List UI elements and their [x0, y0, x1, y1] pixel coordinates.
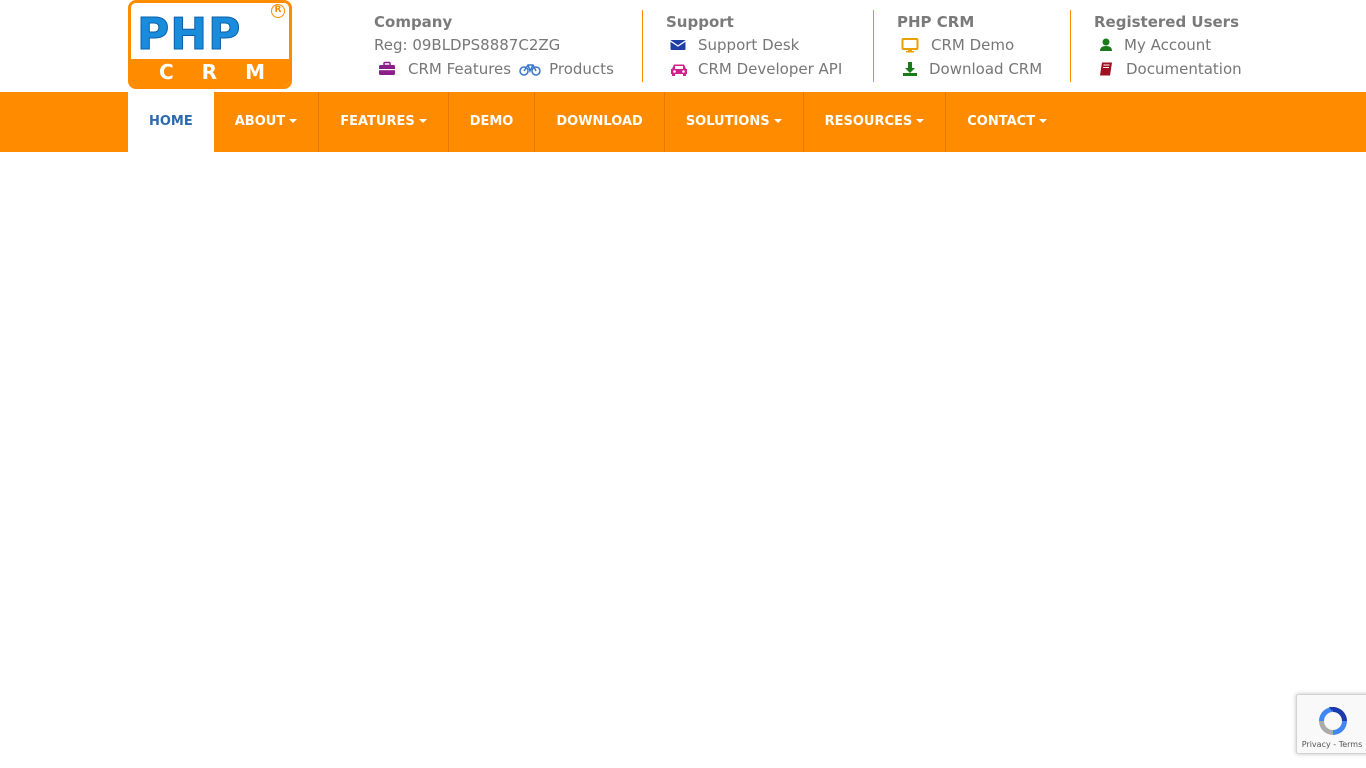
- nav-label: SOLUTIONS: [685, 114, 770, 129]
- documentation-row: Documentation: [1094, 57, 1260, 81]
- logo-bottom-band: CRM: [131, 59, 289, 86]
- phpcrm-heading: PHP CRM: [897, 13, 975, 31]
- download-icon: [901, 61, 921, 77]
- company-reg-text: Reg: 09BLDPS8887C2ZG: [374, 36, 561, 54]
- book-icon: [1098, 61, 1118, 77]
- company-heading: Company: [374, 13, 453, 31]
- nav-menu: HOME ABOUT FEATURES DEMO DOWNLOAD SOLUTI…: [128, 92, 1068, 152]
- main-navbar: HOME ABOUT FEATURES DEMO DOWNLOAD SOLUTI…: [0, 92, 1366, 152]
- crm-developer-api-link[interactable]: CRM Developer API: [698, 57, 842, 81]
- nav-item-home[interactable]: HOME: [128, 92, 214, 152]
- company-reg: Reg: 09BLDPS8887C2ZG: [374, 33, 642, 57]
- download-crm-row: Download CRM: [897, 57, 1070, 81]
- company-column: Company Reg: 09BLDPS8887C2ZG CRM Feature…: [374, 10, 642, 82]
- recaptcha-separator: -: [1330, 740, 1339, 749]
- logo-crm-text: CRM: [159, 60, 292, 84]
- support-desk-row: Support Desk: [666, 33, 873, 57]
- logo-top-area: PHP R: [131, 3, 289, 61]
- nav-item-download[interactable]: DOWNLOAD: [535, 92, 665, 152]
- caret-down-icon: [418, 118, 427, 123]
- my-account-row: My Account: [1094, 33, 1260, 57]
- documentation-link[interactable]: Documentation: [1126, 57, 1242, 81]
- nav-label: ABOUT: [234, 114, 286, 129]
- nav-label: RESOURCES: [824, 114, 913, 129]
- support-column: Support Support Desk CRM Developer API: [642, 10, 873, 82]
- recaptcha-icon: [1315, 703, 1351, 739]
- top-header: PHP R CRM Company Reg: 09BLDPS8887C2ZG C…: [0, 0, 1366, 92]
- phpcrm-column: PHP CRM CRM Demo Download CRM: [873, 10, 1070, 82]
- developer-api-row: CRM Developer API: [666, 57, 873, 81]
- briefcase-icon: [378, 61, 396, 77]
- support-heading: Support: [666, 13, 734, 31]
- registered-users-heading: Registered Users: [1094, 13, 1240, 31]
- nav-item-contact[interactable]: CONTACT: [946, 92, 1068, 152]
- nav-item-features[interactable]: FEATURES: [319, 92, 449, 152]
- crm-demo-row: CRM Demo: [897, 33, 1070, 57]
- crm-features-link[interactable]: CRM Features: [408, 57, 511, 81]
- company-links: CRM Features Products: [374, 57, 642, 81]
- logo-php-text: PHP: [136, 9, 242, 60]
- recaptcha-links: Privacy - Terms: [1297, 740, 1366, 750]
- nav-label: HOME: [149, 114, 193, 129]
- caret-down-icon: [916, 118, 925, 123]
- nav-item-about[interactable]: ABOUT: [214, 92, 320, 152]
- nav-label: CONTACT: [967, 114, 1036, 129]
- recaptcha-privacy-link[interactable]: Privacy: [1302, 740, 1331, 749]
- my-account-link[interactable]: My Account: [1124, 33, 1211, 57]
- nav-label: DEMO: [469, 114, 514, 129]
- envelope-icon: [669, 37, 689, 53]
- nav-item-solutions[interactable]: SOLUTIONS: [665, 92, 804, 152]
- bicycle-icon: [519, 61, 541, 77]
- nav-label: FEATURES: [340, 114, 415, 129]
- products-link[interactable]: Products: [549, 57, 614, 81]
- crm-demo-link[interactable]: CRM Demo: [931, 33, 1014, 57]
- support-desk-link[interactable]: Support Desk: [698, 33, 799, 57]
- nav-label: DOWNLOAD: [556, 114, 643, 129]
- user-icon: [1098, 37, 1118, 53]
- car-icon: [669, 61, 689, 77]
- nav-item-demo[interactable]: DEMO: [449, 92, 536, 152]
- caret-down-icon: [1039, 118, 1048, 123]
- download-crm-link[interactable]: Download CRM: [929, 57, 1042, 81]
- php-crm-logo[interactable]: PHP R CRM: [128, 0, 292, 89]
- desktop-icon: [901, 37, 921, 53]
- caret-down-icon: [773, 118, 782, 123]
- recaptcha-terms-link[interactable]: Terms: [1339, 740, 1363, 749]
- recaptcha-badge[interactable]: Privacy - Terms: [1296, 694, 1366, 754]
- registered-users-column: Registered Users My Account Documentatio…: [1070, 10, 1260, 82]
- caret-down-icon: [289, 118, 298, 123]
- registered-mark: R: [271, 4, 285, 18]
- nav-item-resources[interactable]: RESOURCES: [804, 92, 947, 152]
